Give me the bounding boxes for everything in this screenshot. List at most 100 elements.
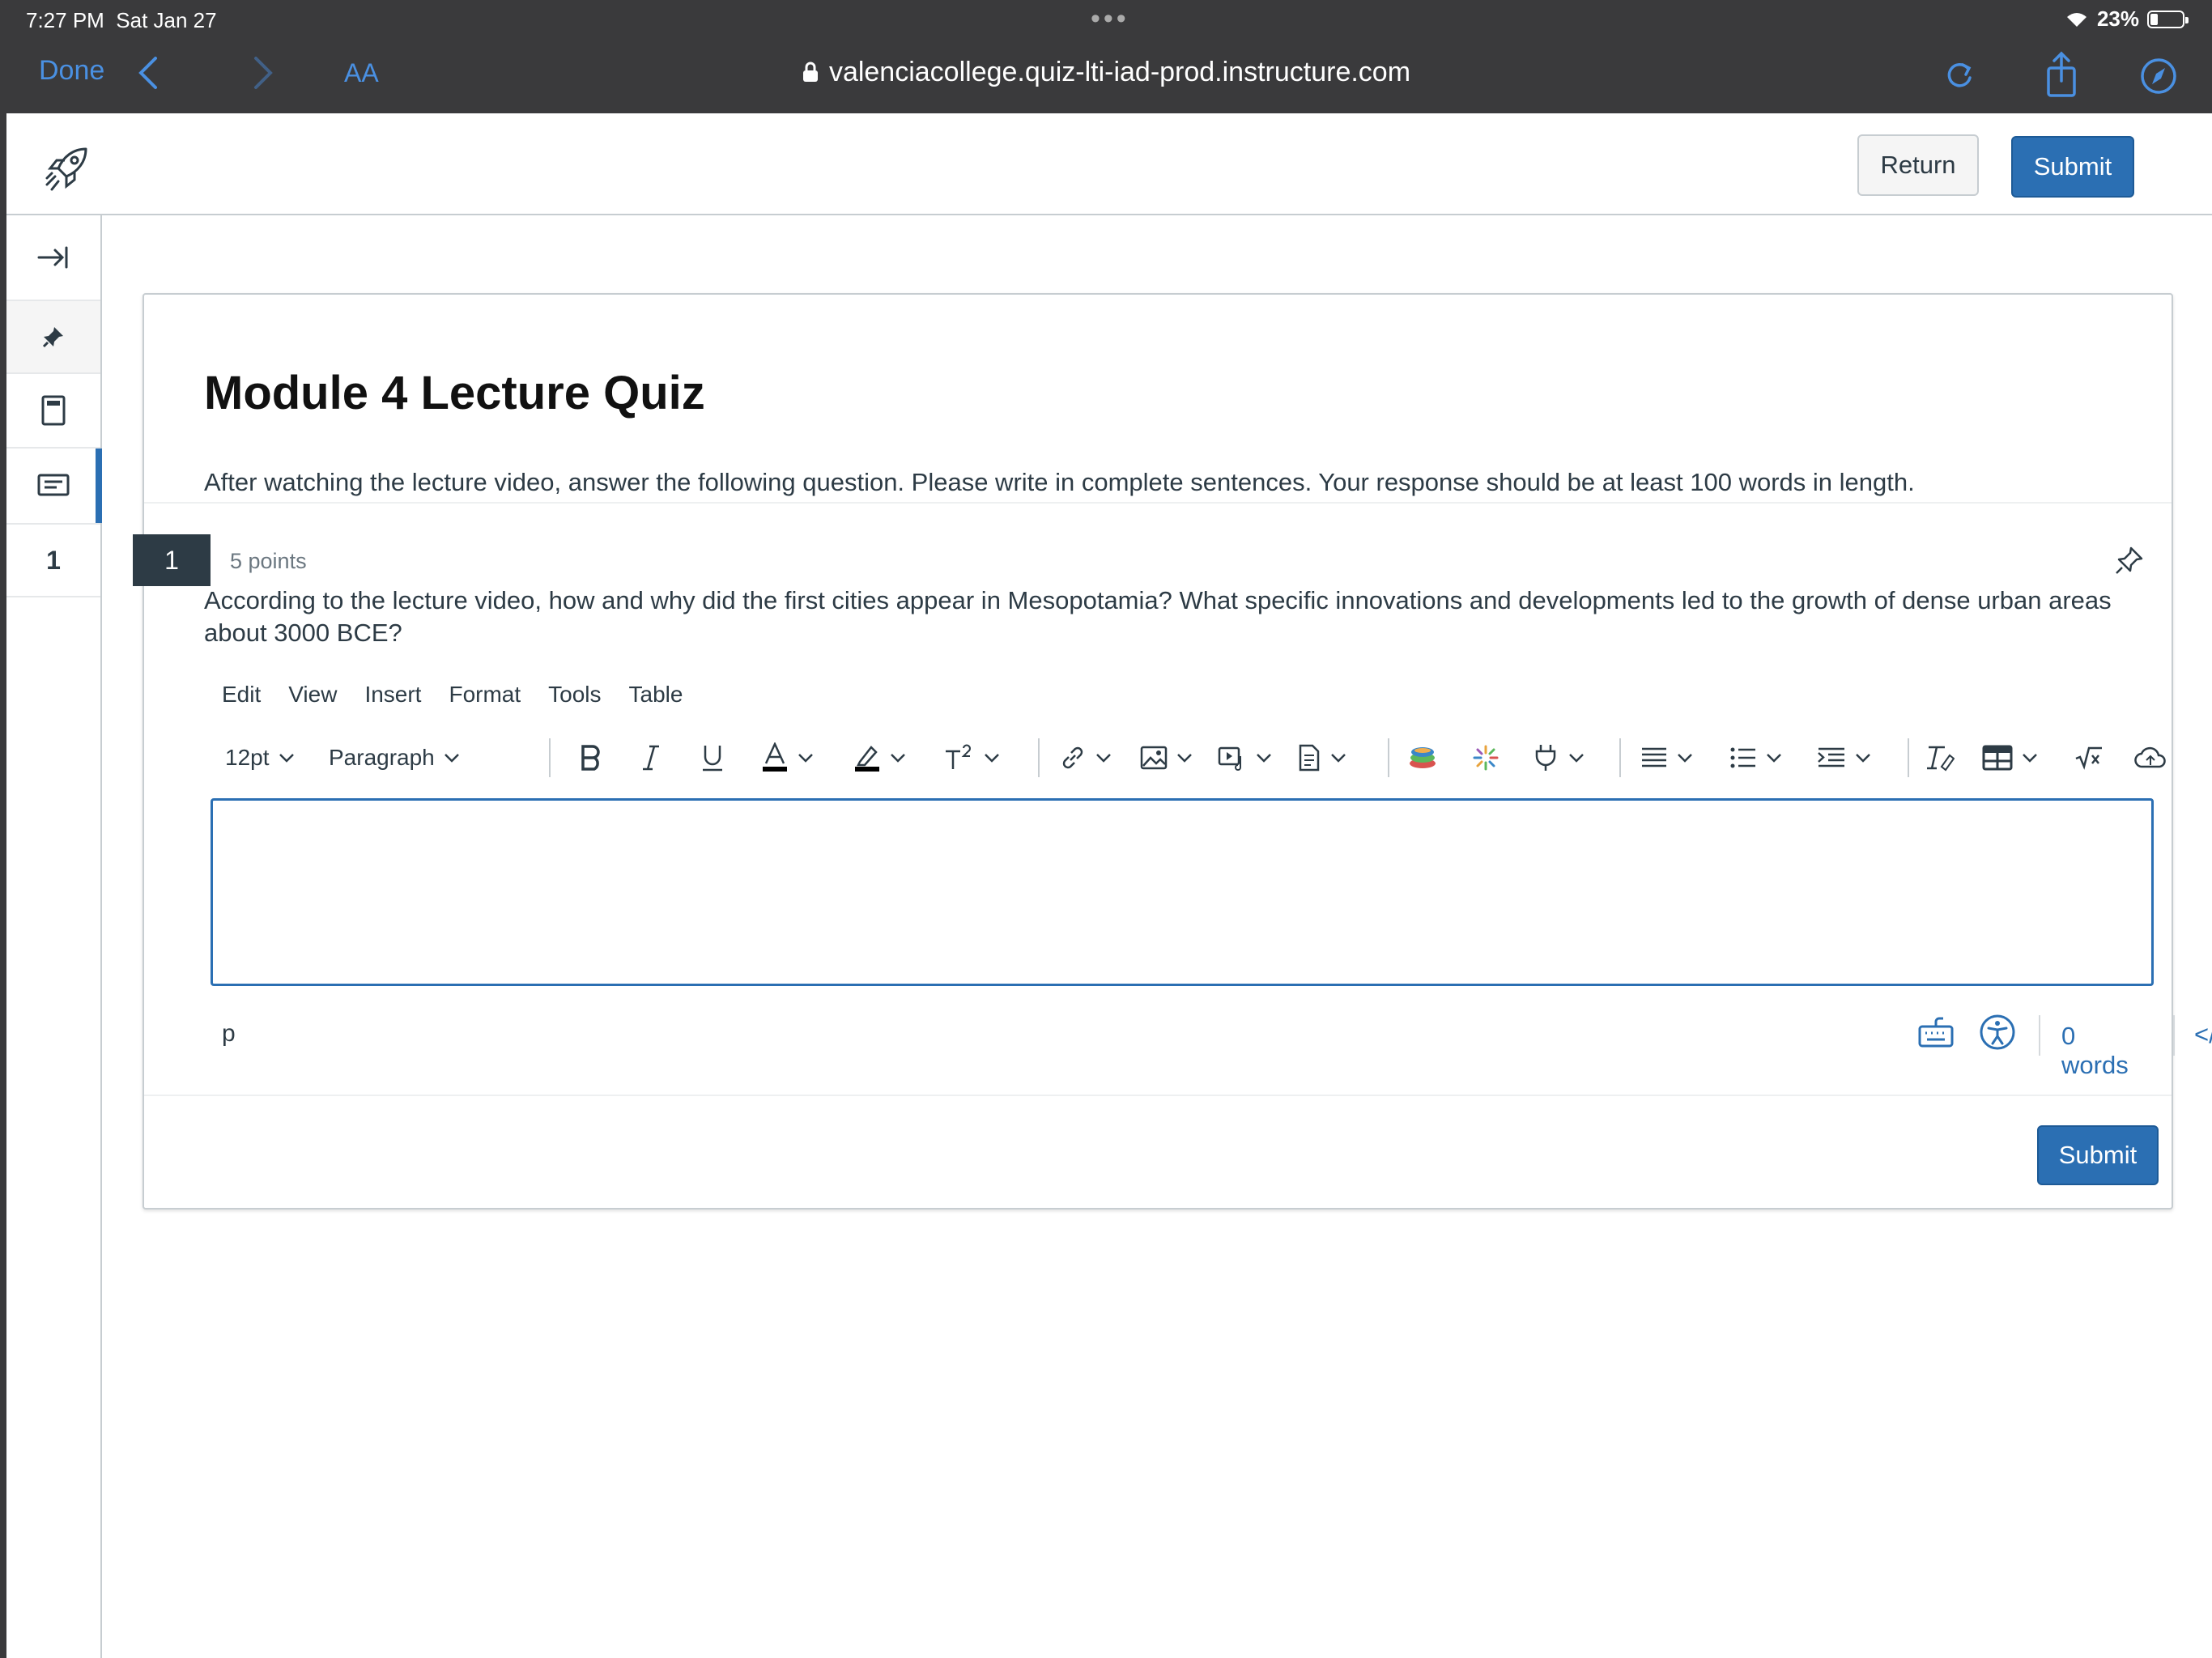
upload-cloud-button[interactable] xyxy=(2134,732,2167,784)
editor-status-bar: p 0 words </> xyxy=(222,1012,2212,1079)
menu-format[interactable]: Format xyxy=(449,682,521,708)
menu-insert[interactable]: Insert xyxy=(364,682,421,708)
rich-text-editor[interactable] xyxy=(211,798,2154,986)
submit-button-top[interactable]: Submit xyxy=(2011,136,2134,198)
pin-question-icon[interactable] xyxy=(2113,544,2146,576)
submit-button-bottom[interactable]: Submit xyxy=(2037,1125,2159,1185)
quiz-title: Module 4 Lecture Quiz xyxy=(204,367,705,419)
menu-tools[interactable]: Tools xyxy=(548,682,601,708)
document-button[interactable] xyxy=(1297,732,1347,784)
equation-button[interactable] xyxy=(2074,732,2104,784)
calculator-button[interactable] xyxy=(6,374,100,449)
return-button[interactable]: Return xyxy=(1857,134,1979,196)
font-size-dropdown[interactable]: 12pt xyxy=(225,732,296,784)
rail-question-number: 1 xyxy=(46,545,61,575)
accessibility-checker-icon[interactable] xyxy=(1979,1014,2016,1051)
word-count[interactable]: 0 words xyxy=(2061,1022,2149,1080)
reload-icon[interactable] xyxy=(1943,50,1976,99)
keyboard-shortcuts-icon[interactable] xyxy=(1917,1014,1955,1049)
lti-tool-button[interactable] xyxy=(1472,732,1499,784)
toolbar-separator xyxy=(1038,738,1040,777)
quiz-card: Module 4 Lecture Quiz After watching the… xyxy=(133,293,2212,1209)
block-format-dropdown[interactable]: Paragraph xyxy=(329,732,461,784)
text-color-button[interactable] xyxy=(761,732,815,784)
chevron-down-icon xyxy=(1569,754,1584,763)
chevron-down-icon xyxy=(985,754,999,763)
media-button[interactable] xyxy=(1218,732,1273,784)
align-button[interactable] xyxy=(1640,732,1694,784)
menu-edit[interactable]: Edit xyxy=(222,682,261,708)
superscript-button[interactable] xyxy=(944,732,1001,784)
question-list-button[interactable] xyxy=(6,449,102,525)
question-number-badge: 1 xyxy=(133,534,211,586)
bullet-list-button[interactable] xyxy=(1729,732,1783,784)
align-icon xyxy=(1642,747,1666,767)
pin-icon xyxy=(42,327,63,348)
chevron-down-icon xyxy=(1331,754,1346,763)
clear-formatting-button[interactable] xyxy=(1925,732,1955,784)
underline-icon xyxy=(703,746,722,772)
status-separator xyxy=(2039,1015,2040,1056)
sparkle-icon xyxy=(1473,745,1499,771)
status-separator xyxy=(2173,1015,2175,1056)
bullet-list-icon xyxy=(1730,747,1755,768)
block-format-value: Paragraph xyxy=(329,745,435,770)
url-text: valenciacollege.quiz-lti-iad-prod.instru… xyxy=(828,57,1411,87)
italic-button[interactable] xyxy=(640,732,662,784)
superscript-icon xyxy=(946,744,971,769)
status-time: 7:27 PM Sat Jan 27 xyxy=(26,8,217,32)
apps-library-button[interactable] xyxy=(1407,732,1438,784)
image-icon xyxy=(1140,746,1168,770)
battery-fill xyxy=(2150,13,2158,25)
bold-button[interactable] xyxy=(578,732,604,784)
cloud-icon xyxy=(2134,746,2166,768)
web-page: Return Submit 1 Module 4 Lecture Quiz Af… xyxy=(6,113,2212,1658)
quiz-header: Return Submit xyxy=(6,113,2212,215)
menu-view[interactable]: View xyxy=(288,682,337,708)
divider xyxy=(144,1095,2172,1096)
question-list-icon xyxy=(37,474,70,496)
chevron-down-icon xyxy=(1096,754,1111,763)
clear-formatting-icon xyxy=(1927,746,1955,772)
chevron-down-icon xyxy=(1856,754,1870,763)
chevron-down-icon xyxy=(2023,754,2037,763)
toolbar-separator xyxy=(1908,738,1909,777)
plugins-button[interactable] xyxy=(1532,732,1585,784)
menu-table[interactable]: Table xyxy=(629,682,683,708)
ios-status-bar: 7:27 PM Sat Jan 27 ••• 23% xyxy=(0,0,2212,40)
table-button[interactable] xyxy=(1982,732,2039,784)
expand-arrow-icon xyxy=(37,246,68,269)
divider xyxy=(144,502,2172,504)
share-icon[interactable] xyxy=(2044,50,2079,100)
chevron-down-icon xyxy=(1177,754,1192,763)
toolbar-separator xyxy=(1619,738,1621,777)
chevron-down-icon xyxy=(1767,754,1781,763)
highlight-color-button[interactable] xyxy=(853,732,907,784)
compass-icon[interactable] xyxy=(2138,50,2180,100)
address-bar[interactable]: valenciacollege.quiz-lti-iad-prod.instru… xyxy=(0,57,2212,88)
image-button[interactable] xyxy=(1140,732,1193,784)
editor-toolbar: 12pt Paragraph xyxy=(225,732,2166,784)
bold-icon xyxy=(581,745,600,771)
question-text: According to the lecture video, how and … xyxy=(204,586,2112,647)
rail-active-indicator xyxy=(96,449,102,523)
expand-panel-button[interactable] xyxy=(6,215,100,301)
element-path[interactable]: p xyxy=(222,1020,236,1048)
wifi-icon xyxy=(2066,12,2087,27)
media-icon xyxy=(1218,746,1241,771)
rail-question-1[interactable]: 1 xyxy=(6,525,100,597)
indent-button[interactable] xyxy=(1817,732,1872,784)
multitasking-dots-icon[interactable]: ••• xyxy=(1091,3,1129,35)
link-icon xyxy=(1062,746,1083,769)
chevron-down-icon xyxy=(444,754,459,763)
underline-button[interactable] xyxy=(700,732,725,784)
left-rail: 1 xyxy=(6,215,102,1658)
italic-icon xyxy=(643,745,659,771)
battery-icon xyxy=(2147,10,2189,28)
status-right: 23% xyxy=(2065,6,2189,32)
indent-icon xyxy=(1818,747,1844,767)
pin-panel-button[interactable] xyxy=(6,301,100,374)
safari-toolbar: Done AA valenciacollege.quiz-lti-iad-pro… xyxy=(0,40,2212,113)
link-button[interactable] xyxy=(1059,732,1112,784)
html-editor-toggle[interactable]: </> xyxy=(2194,1020,2212,1049)
